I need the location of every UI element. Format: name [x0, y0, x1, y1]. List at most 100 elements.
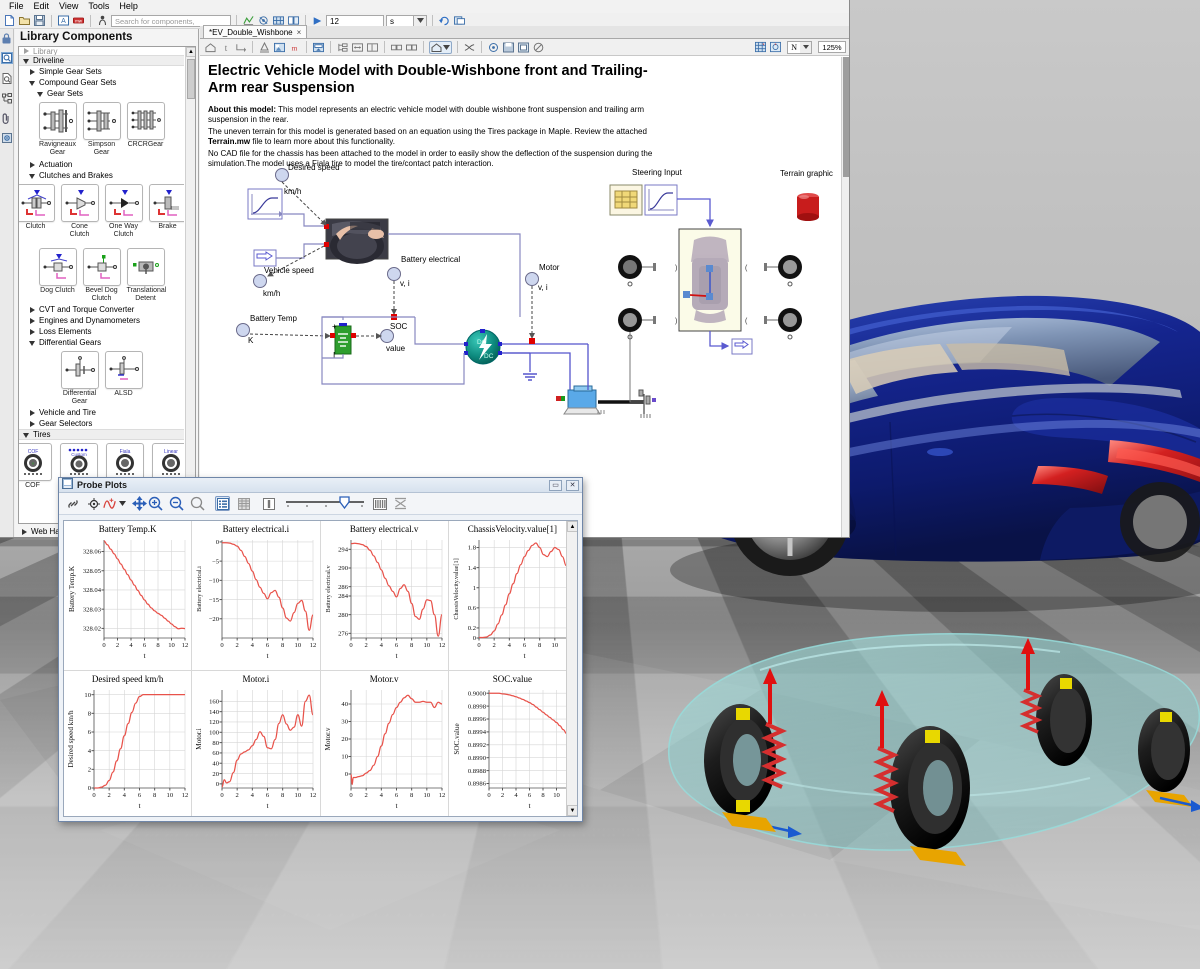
library-tree-row-tires[interactable]: Tires — [19, 429, 184, 440]
probe-plot-1[interactable]: Battery electrical.i 0 2 4 6 8 10 12 t 0 −5 −10 −15−… — [192, 521, 321, 671]
chevron-right-icon[interactable] — [29, 306, 36, 313]
left-tool-strip[interactable] — [0, 29, 14, 537]
chevron-down-icon[interactable] — [414, 14, 427, 27]
close-button[interactable]: ✕ — [566, 479, 579, 491]
tree-icon[interactable] — [336, 41, 349, 54]
target-icon[interactable] — [86, 496, 101, 511]
align-icon[interactable] — [258, 41, 271, 54]
probe-plot-6[interactable]: Motor.v 0 2 4 6 8 10 12 t 0 10 20 30 40 Motor.v — [321, 671, 449, 816]
document-toolbar[interactable]: t m N 125% — [200, 39, 849, 56]
settings-icon[interactable] — [1, 132, 13, 144]
probe-plot-3[interactable]: ChassisVelocity.value[1]024681012t00.20.… — [448, 521, 577, 671]
probe-plot-2[interactable]: Battery electrical.v 0 2 4 6 8 10 12 t 276 280 284 2… — [320, 521, 449, 671]
library-item-brake[interactable]: Brake — [148, 184, 184, 239]
chevron-down-icon[interactable] — [37, 90, 44, 97]
library-tree[interactable]: Library Driveline Simple Gear Sets Compo… — [18, 46, 196, 524]
home-icon[interactable] — [204, 41, 217, 54]
lock-icon[interactable] — [1, 32, 13, 44]
save-icon[interactable] — [502, 41, 515, 54]
chevron-down-icon[interactable] — [23, 431, 30, 438]
mw-icon[interactable]: mw — [72, 14, 85, 27]
library-tree-row-differential-gears[interactable]: Differential Gears — [19, 337, 184, 348]
library-item-differential-gear[interactable]: Differential Gear — [60, 351, 99, 405]
library-tree-row-loss-elements[interactable]: Loss Elements — [19, 326, 184, 337]
library-item-crcrgear[interactable]: CRCRGear — [126, 102, 165, 157]
zoom-level-input[interactable]: 125% — [818, 41, 846, 53]
document-body[interactable]: Electric Vehicle Model with Double-Wishb… — [200, 57, 849, 537]
duration-unit-select[interactable]: s — [386, 14, 427, 27]
probe-plot-5[interactable]: Motor.i 0 2 4 6 8 10 12 t 0 20 40 60 80 100 120 140 160 Mo… — [192, 671, 321, 816]
chevron-right-icon[interactable] — [29, 68, 36, 75]
library-differential-grid[interactable]: Differential Gear ALSD — [19, 348, 184, 407]
single-view-icon[interactable] — [261, 496, 276, 511]
library-item-bevel-dog-clutch[interactable]: Bevel Dog Clutch — [82, 248, 121, 302]
chevron-right-icon[interactable] — [23, 48, 30, 55]
grid-icon[interactable] — [754, 41, 767, 54]
library-tree-row-vehicle-and-tire[interactable]: Vehicle and Tire — [19, 407, 184, 418]
lock-view-dropdown[interactable] — [429, 40, 452, 54]
library-item-translational-detent[interactable]: Translational Detent — [126, 248, 166, 302]
library-tree-row-compound-gear-sets[interactable]: Compound Gear Sets — [19, 77, 184, 88]
probe-plot-4[interactable]: Desired speed km/h 0 2 4 6 8 10 12 t 0 2 4 6 8 10 Desir… — [64, 671, 193, 816]
document-area[interactable]: *EV_Double_Wishbone × t m N 125% Electri… — [200, 25, 849, 537]
library-item-one-way-clutch[interactable]: One Way Clutch — [104, 184, 143, 239]
menu-help[interactable]: Help — [114, 0, 143, 13]
chevron-down-icon[interactable] — [29, 172, 36, 179]
library-components-panel[interactable]: Library Components Library Driveline Sim… — [15, 29, 199, 537]
menu-file[interactable]: File — [4, 0, 29, 13]
document-scrollbar[interactable] — [841, 57, 849, 537]
block-icon[interactable] — [532, 41, 545, 54]
probe-plots-body[interactable]: Battery Temp.K 0 2 4 6 8 10 12 t 328.02 328.03 328.… — [63, 520, 578, 817]
library-tree-row-simple-gear-sets[interactable]: Simple Gear Sets — [19, 66, 184, 77]
library-item-cone-clutch[interactable]: Cone Clutch — [60, 184, 99, 239]
open-document-icon[interactable] — [18, 14, 31, 27]
restore-button[interactable]: ▭ — [549, 479, 562, 491]
person-icon[interactable] — [96, 14, 109, 27]
inspect-icon[interactable] — [0, 52, 13, 64]
unlink-icon[interactable] — [405, 41, 418, 54]
zoom-out-icon[interactable] — [169, 496, 184, 511]
list-view-icon[interactable] — [215, 496, 230, 511]
attach-icon[interactable]: A — [57, 14, 70, 27]
chevron-right-icon[interactable] — [29, 317, 36, 324]
document-tab-strip[interactable]: *EV_Double_Wishbone × — [200, 25, 849, 39]
search-doc-icon[interactable] — [1, 72, 13, 84]
arrow-icon[interactable] — [234, 41, 247, 54]
menu-tools[interactable]: Tools — [83, 0, 114, 13]
new-document-icon[interactable] — [3, 14, 16, 27]
probe-plots-scrollbar[interactable]: ▲ ▼ — [566, 521, 577, 816]
scrollbar-thumb[interactable] — [187, 59, 195, 99]
text-icon[interactable]: t — [219, 41, 232, 54]
probe-plots-titlebar[interactable]: Probe Plots ▭ ✕ — [59, 478, 582, 493]
menu-view[interactable]: View — [54, 0, 83, 13]
link-icon[interactable] — [65, 496, 80, 511]
save-document-icon[interactable] — [33, 14, 46, 27]
library-item-ravigneaux-gear[interactable]: Ravigneaux Gear — [38, 102, 77, 157]
library-gear-sets-grid[interactable]: Ravigneaux Gear Simpson Gear CRCRGear — [19, 99, 184, 159]
maplesim-main-window[interactable]: File Edit View Tools Help A mw Search fo… — [0, 0, 850, 538]
library-tree-row-clutches-and-brakes[interactable]: Clutches and Brakes — [19, 170, 184, 181]
chevron-down-icon[interactable] — [23, 57, 30, 64]
zoom-reset-icon[interactable] — [190, 496, 205, 511]
library-tree-row-gear-sets[interactable]: Gear Sets — [19, 88, 184, 99]
library-scrollbar[interactable]: ▲ — [185, 47, 195, 523]
expand-icon[interactable] — [366, 41, 379, 54]
chevron-down-icon[interactable] — [800, 41, 811, 53]
target-icon[interactable] — [487, 41, 500, 54]
library-item-cof-tire[interactable]: COF Y COF — [19, 443, 52, 490]
probe-plots-grid[interactable]: Battery Temp.K 0 2 4 6 8 10 12 t 328.02 328.03 328.… — [64, 521, 577, 816]
probe-plot-7[interactable]: SOC.value024681012t0.89860.89880.89900.8… — [449, 671, 577, 816]
close-icon[interactable]: × — [297, 28, 302, 37]
snap-icon[interactable] — [769, 41, 782, 54]
library-tree-row-actuation[interactable]: Actuation — [19, 159, 184, 170]
bars-icon[interactable] — [372, 496, 387, 511]
fit-icon[interactable] — [351, 41, 364, 54]
menu-bar[interactable]: File Edit View Tools Help — [0, 0, 849, 13]
chevron-right-icon[interactable] — [29, 420, 36, 427]
chevron-right-icon[interactable] — [29, 328, 36, 335]
hierarchy-icon[interactable] — [1, 92, 13, 104]
grid-view-icon[interactable] — [236, 496, 251, 511]
pan-icon[interactable] — [132, 496, 147, 511]
dropdown-icon[interactable] — [118, 496, 126, 511]
scrollbar-thumb[interactable] — [843, 57, 849, 177]
